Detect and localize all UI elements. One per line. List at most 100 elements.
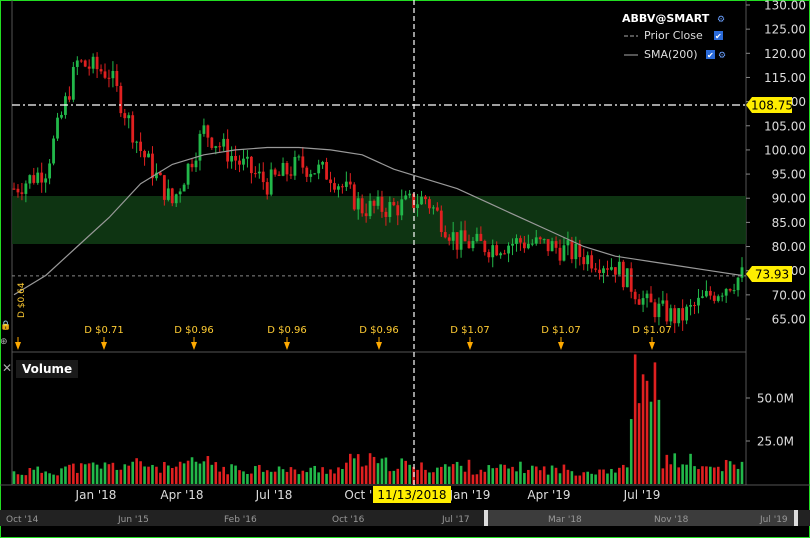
volume-bar [645,380,649,484]
candle-body [396,205,400,216]
volume-bar [534,466,538,484]
candle-body [522,242,526,249]
volume-bar [432,472,435,484]
candle-body [257,171,261,174]
volume-bar [281,469,285,484]
candle-body [633,291,637,300]
lock-icon[interactable]: 🔒 [0,320,11,331]
candle-body [32,175,36,183]
volume-bar [186,460,190,484]
price-tick-label: 95.00 [772,168,806,182]
candle-body [20,192,24,194]
volume-bar [238,470,241,484]
legend-symbol[interactable]: ABBV@SMART [622,12,710,25]
candle-body [293,156,297,176]
navigator-label: Oct '14 [6,515,39,525]
candle-body [384,211,388,217]
volume-axis: 50.0M 25.0M [746,392,794,449]
volume-bar [83,464,87,484]
dividend-arrow-icon[interactable] [15,342,21,350]
volume-bar [131,461,134,484]
volume-bar [736,468,740,484]
volume-bar [52,474,55,484]
volume-bar [285,471,289,484]
navigator-right-handle[interactable] [794,510,798,526]
volume-bar [230,464,233,484]
dividend-arrow-icon[interactable] [284,342,290,350]
legend-sma-label: SMA(200) [644,48,698,61]
volume-bar [511,466,514,484]
candle-body [546,239,550,252]
volume-bar [103,462,107,484]
candle-body [685,306,689,321]
navigator-label: Oct '16 [332,515,365,525]
legend-symbol-settings-icon[interactable]: ⚙ [717,15,725,25]
candle-body [641,298,645,305]
dividend-label: D $0.96 [174,325,214,336]
dividend-arrow-icon[interactable] [467,342,473,350]
chart-canvas[interactable]: 130.00125.00120.00115.00110.00105.00100.… [0,0,810,538]
candle-body [704,290,708,297]
volume-bar [408,464,411,484]
volume-bar [598,469,601,484]
candle-body [629,268,633,292]
candle-body [621,261,625,288]
candle-body [218,146,222,148]
candle-body [210,137,214,148]
volume-bar [681,464,684,484]
candle-body [162,175,166,200]
candle-body [689,305,692,307]
volume-bar [653,362,657,484]
dividend-arrow-icon[interactable] [191,342,197,350]
volume-bar [602,469,605,484]
candle-body [554,241,558,248]
dividend-arrow-icon[interactable] [558,342,564,350]
volume-bar [669,464,673,484]
close-panel-icon[interactable]: ✕ [2,361,12,375]
navigator-window[interactable] [486,510,798,526]
dividend-arrow-icon[interactable] [649,342,655,350]
volume-bar [503,464,506,484]
navigator[interactable]: Oct '14 Jun '15 Feb '16 Oct '16 Jul '17 Mar '… [0,510,810,526]
navigator-left-handle[interactable] [484,510,488,526]
volume-bar [143,466,146,484]
candle-body [67,96,71,100]
volume-bar [590,473,593,484]
volume-bar [356,454,360,484]
crosshair-date: 11/13/2018 [377,488,446,502]
dividend-label: D $0.64 [17,282,27,318]
candle-body [602,268,605,274]
price-tick-label: 105.00 [764,119,806,133]
dividend-arrow-icon[interactable] [376,342,382,350]
legend-panel[interactable]: ABBV@SMART ⚙ Prior Close ✔ SMA(200) ✔ ⚙ [616,8,732,66]
volume-bar [582,472,586,484]
candle-body [530,243,534,245]
volume-bar [333,473,336,484]
volume-bar [206,456,210,484]
volume-bar [507,468,510,484]
candle-body [511,243,514,246]
volume-bar [72,463,75,484]
candle-body [617,261,621,275]
candle-body [740,267,744,278]
volume-bar [400,458,404,484]
volume-bar [87,463,91,484]
volume-bar [538,470,542,484]
candle-body [289,174,293,176]
dividend-arrow-icon[interactable] [101,342,107,350]
crosshair-date-tag: 11/13/2018 [373,486,451,503]
candle-body [329,179,332,184]
candle-body [214,146,218,148]
legend-sma-settings-icon[interactable]: ⚙ [718,51,726,61]
candle-body [649,293,653,303]
zoom-icon[interactable]: ⊕ [0,337,8,347]
candle-body [95,56,99,70]
candle-body [186,163,190,185]
volume-bar [586,471,589,484]
check-icon: ✔ [715,32,722,41]
check-icon: ✔ [707,51,714,60]
candle-body [178,191,182,195]
navigator-label: Jul '19 [759,515,788,525]
candle-body [625,268,629,288]
candle-body [451,232,455,241]
